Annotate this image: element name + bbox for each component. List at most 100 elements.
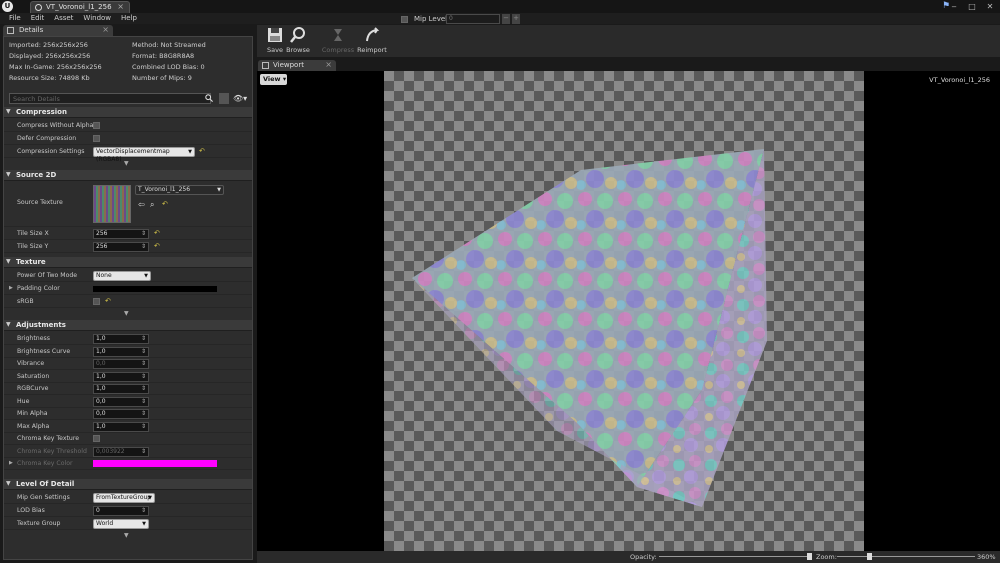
minimize-button[interactable]: ‒ [948, 2, 960, 11]
advanced-expand-icon[interactable]: ▼ [124, 160, 129, 167]
view-menu-button[interactable]: View ▾ [260, 74, 287, 85]
compression-settings-dropdown[interactable]: VectorDisplacementmap (RGBA8) ▼ [93, 147, 195, 163]
reset-arrow-icon[interactable]: ↶ [199, 147, 205, 155]
close-window-button[interactable]: ✕ [984, 2, 996, 11]
reset-arrow-icon[interactable]: ↶ [105, 297, 111, 305]
menu-file[interactable]: File [4, 13, 26, 24]
source-texture-dropdown[interactable]: T_Voronoi_l1_256 ▼ [135, 185, 224, 195]
reset-arrow-icon[interactable]: ↶ [154, 242, 160, 250]
spin-arrows-icon[interactable]: ⇕ [141, 398, 146, 406]
stat-format: Format: B8G8R8A8 [132, 52, 195, 60]
spin-arrows-icon[interactable]: ⇕ [141, 243, 146, 251]
brightness-input[interactable]: 1,0 ⇕ [93, 334, 149, 344]
spin-arrows-icon[interactable]: ⇕ [141, 360, 146, 368]
menu-edit[interactable]: Edit [26, 13, 50, 24]
menu-window[interactable]: Window [78, 13, 116, 24]
power-of-two-dropdown[interactable]: None ▼ [93, 271, 151, 281]
search-icon[interactable] [205, 94, 213, 102]
reset-arrow-icon[interactable]: ↶ [154, 229, 160, 237]
brightness-curve-input[interactable]: 1,0 ⇕ [93, 346, 149, 357]
close-tab-icon[interactable]: × [117, 2, 124, 11]
min-alpha-input[interactable]: 0,0 ⇕ [93, 409, 149, 419]
viewport-tab[interactable]: Viewport × [258, 60, 336, 71]
browse-button[interactable]: Browse [280, 27, 316, 57]
lod-bias-input[interactable]: 0 ⇕ [93, 506, 149, 516]
mip-level-checkbox[interactable] [401, 16, 408, 23]
row-power-of-two: Power Of Two Mode None ▼ [4, 270, 252, 282]
chroma-key-texture-checkbox[interactable] [93, 435, 100, 442]
tile-size-x-input[interactable]: 256 ⇕ [93, 229, 149, 239]
mip-increment-button[interactable]: + [512, 14, 520, 24]
search-details-input[interactable]: Search Details [9, 93, 211, 104]
srgb-checkbox[interactable] [93, 298, 100, 305]
window-controls: ‒ □ ✕ [948, 0, 996, 12]
spin-arrows-icon[interactable]: ⇕ [141, 385, 146, 393]
vibrance-input[interactable]: 0,0 ⇕ [93, 359, 149, 369]
zoom-slider-track[interactable] [837, 556, 975, 557]
section-header-source2d[interactable]: ▼ Source 2D [4, 170, 252, 181]
row-label: Max Alpha [17, 422, 50, 430]
hue-input[interactable]: 0,0 ⇕ [93, 396, 149, 407]
close-viewport-icon[interactable]: × [325, 60, 332, 69]
spin-arrows-icon[interactable]: ⇕ [141, 348, 146, 356]
expand-triangle-icon[interactable]: ▶ [9, 460, 13, 466]
expand-triangle-icon[interactable]: ▶ [9, 285, 13, 291]
maximize-button[interactable]: □ [966, 2, 978, 11]
reset-arrow-icon[interactable]: ↶ [162, 200, 168, 208]
eye-icon[interactable]: 👁▾ [233, 93, 249, 104]
compress-button[interactable]: Compress [320, 27, 356, 57]
spin-arrows-icon[interactable]: ⇕ [141, 230, 146, 238]
compress-without-alpha-checkbox[interactable] [93, 122, 100, 129]
spin-arrows-icon[interactable]: ⇕ [141, 423, 146, 431]
zoom-slider-thumb[interactable] [867, 553, 872, 560]
opacity-slider-track[interactable] [659, 556, 811, 557]
texture-name-label: VT_Voronoi_l1_256 [929, 76, 990, 84]
reimport-button[interactable]: Reimport [354, 27, 390, 57]
viewport[interactable]: View ▾ VT_Voronoi_l1_256 [257, 71, 1000, 551]
details-tab[interactable]: Details × [3, 25, 113, 36]
saturation-input[interactable]: 1,0 ⇕ [93, 371, 149, 382]
menu-help[interactable]: Help [116, 13, 142, 24]
unreal-logo-icon: U [2, 1, 13, 12]
opacity-slider-thumb[interactable] [807, 553, 812, 560]
row-brightness: Brightness 1,0 ⇕ [4, 333, 252, 345]
max-alpha-input[interactable]: 1,0 ⇕ [93, 421, 149, 432]
dropdown-value: FromTextureGroup [96, 494, 152, 501]
close-details-icon[interactable]: × [102, 25, 109, 34]
document-tab[interactable]: VT_Voronoi_l1_256 × [30, 1, 130, 13]
row-vibrance: Vibrance 0,0 ⇕ [4, 358, 252, 370]
chroma-key-threshold-input[interactable]: 0,003922 ⇕ [93, 446, 149, 457]
section-level-of-detail: ▼ Level Of Detail Mip Gen Settings FromT… [4, 479, 252, 545]
chroma-key-color-swatch[interactable] [93, 460, 217, 467]
advanced-expand-icon[interactable]: ▼ [124, 532, 129, 539]
advanced-expand-icon[interactable]: ▼ [124, 310, 129, 317]
section-header-texture[interactable]: ▼ Texture [4, 257, 252, 268]
rgbcurve-input[interactable]: 1,0 ⇕ [93, 384, 149, 394]
section-header-compression[interactable]: ▼ Compression [4, 107, 252, 118]
stat-displayed: Displayed: 256x256x256 [9, 52, 91, 60]
mip-level-input[interactable]: 0 [446, 14, 500, 24]
spin-arrows-icon[interactable]: ⇕ [141, 335, 146, 343]
spin-arrows-icon[interactable]: ⇕ [141, 448, 146, 456]
section-header-lod[interactable]: ▼ Level Of Detail [4, 479, 252, 490]
magnifier-icon [290, 27, 305, 43]
dropdown-value: VectorDisplacementmap (RGBA8) [96, 148, 170, 163]
tile-size-y-input[interactable]: 256 ⇕ [93, 242, 149, 252]
property-matrix-button[interactable] [219, 93, 229, 104]
opacity-label: Opacity: [630, 553, 657, 561]
source-texture-thumbnail[interactable] [93, 185, 131, 223]
spin-arrows-icon[interactable]: ⇕ [141, 373, 146, 381]
browse-magnifier-icon[interactable]: ⌕ [150, 200, 154, 210]
row-tile-size-x: Tile Size X 256 ⇕ ↶ [4, 228, 252, 240]
menu-asset[interactable]: Asset [49, 13, 78, 24]
defer-compression-checkbox[interactable] [93, 135, 100, 142]
padding-color-swatch[interactable] [93, 286, 217, 292]
section-header-adjustments[interactable]: ▼ Adjustments [4, 320, 252, 331]
texture-group-dropdown[interactable]: World ▼ [93, 519, 149, 529]
spin-arrows-icon[interactable]: ⇕ [141, 410, 146, 418]
use-selected-arrow-icon[interactable]: ⇦ [138, 200, 145, 209]
title-bar: U VT_Voronoi_l1_256 × ⚑ ‒ □ ✕ [0, 0, 1000, 13]
mip-gen-dropdown[interactable]: FromTextureGroup ▼ [93, 493, 155, 503]
spin-arrows-icon[interactable]: ⇕ [141, 507, 146, 515]
mip-decrement-button[interactable]: − [502, 14, 510, 24]
